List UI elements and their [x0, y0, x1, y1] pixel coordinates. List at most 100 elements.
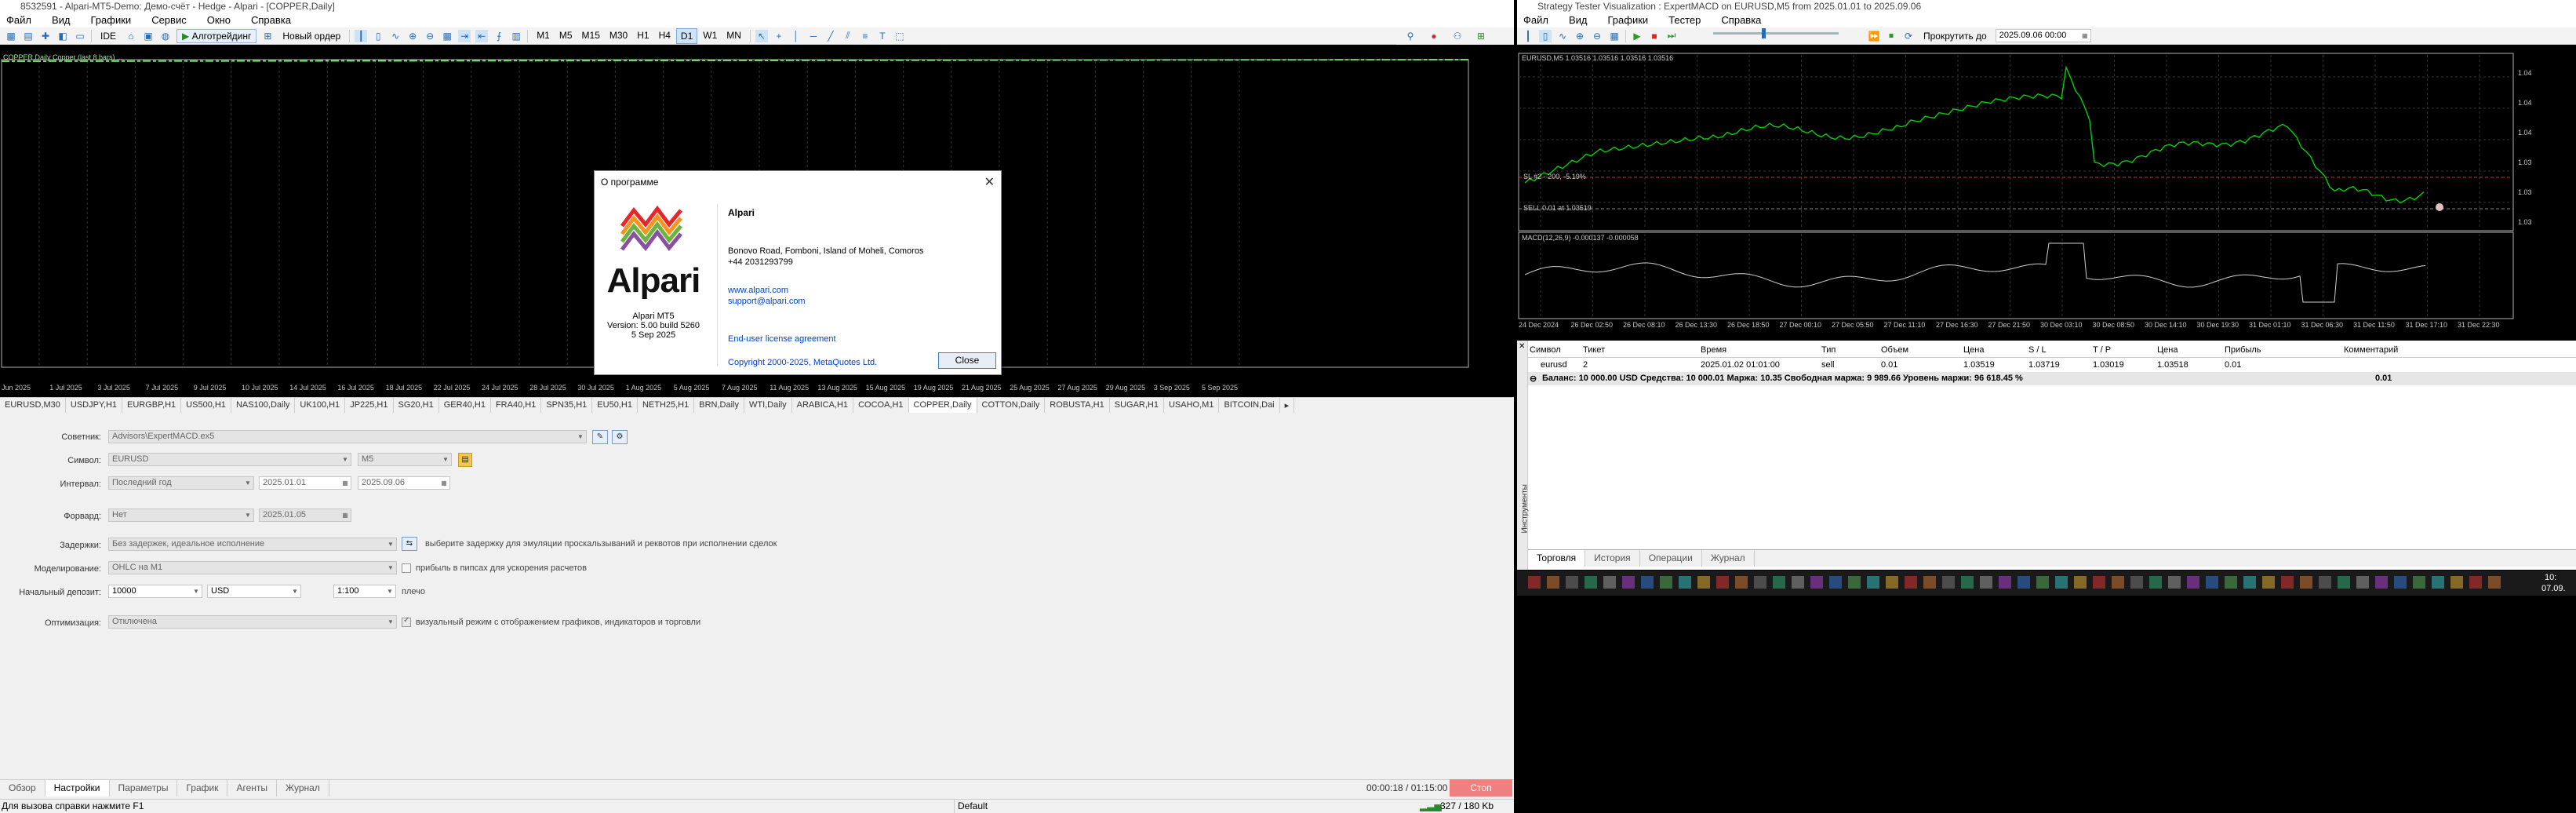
taskbar-icon[interactable] — [1754, 576, 1766, 589]
taskbar-icon[interactable] — [2281, 576, 2294, 589]
visual-mode-checkbox[interactable]: ✓ — [402, 616, 411, 627]
tester-tab[interactable]: Журнал — [277, 780, 329, 797]
taskbar-icon[interactable] — [1848, 576, 1861, 589]
taskbar-icon[interactable] — [2432, 576, 2444, 589]
taskbar-icon[interactable] — [2036, 576, 2049, 589]
symbol-tab[interactable]: FRA40,H1 — [491, 398, 542, 413]
shapes-icon[interactable]: ⬚ — [893, 30, 906, 42]
delays-select[interactable]: Без задержек, идеальное исполнение ▼ — [108, 538, 397, 551]
menu-item[interactable]: Справка — [251, 13, 291, 27]
taskbar-icon[interactable] — [1810, 576, 1823, 589]
symbol-tab[interactable]: EURUSD,M30 — [0, 398, 66, 413]
table-header-cell[interactable]: T / P — [2093, 345, 2111, 355]
taskbar-icon[interactable] — [1547, 576, 1559, 589]
table-header-cell[interactable]: Прибыль — [2225, 345, 2261, 355]
table-header-cell[interactable]: Комментарий — [2344, 345, 2398, 355]
timeframe-h1[interactable]: H1 — [633, 28, 653, 44]
chart-shift-icon[interactable]: ⇤ — [475, 29, 489, 42]
delays-settings-button[interactable]: ⇆ — [402, 537, 417, 551]
taskbar-icon[interactable] — [1923, 576, 1936, 589]
taskbar-icon[interactable] — [1528, 576, 1541, 589]
expert-edit-button[interactable]: ✎ — [592, 430, 608, 444]
step-icon[interactable]: ⏭ — [1665, 30, 1678, 42]
taskbar-icon[interactable] — [2300, 576, 2312, 589]
taskbar-icon[interactable] — [2356, 576, 2369, 589]
taskbar-icon[interactable] — [1886, 576, 1898, 589]
symbol-tab[interactable]: UK100,H1 — [295, 398, 346, 413]
play-icon[interactable]: ▶ — [1631, 30, 1643, 42]
table-header-cell[interactable]: Время — [1701, 345, 1726, 355]
taskbar-icon[interactable] — [2206, 576, 2218, 589]
taskbar-icon[interactable] — [2338, 576, 2350, 589]
taskbar-icon[interactable] — [2187, 576, 2199, 589]
date-to-field[interactable]: 2025.09.06 ▦ — [358, 476, 450, 490]
taskbar-icon[interactable] — [2469, 576, 2482, 589]
menu-item[interactable]: Файл — [6, 13, 31, 27]
model-select[interactable]: OHLC на M1 ▼ — [108, 561, 397, 574]
currency-select[interactable]: USD ▼ — [207, 585, 301, 598]
taskbar-icon[interactable] — [2168, 576, 2181, 589]
notifications-icon[interactable]: ● — [1428, 30, 1440, 42]
fast-forward-icon[interactable]: ⏩ — [1868, 30, 1880, 42]
symbol-tab[interactable]: US500,H1 — [181, 398, 231, 413]
eula-link[interactable]: End-user license agreement — [728, 334, 836, 344]
channel-icon[interactable]: ⫽ — [842, 30, 854, 42]
navigator-icon[interactable]: ◧ — [56, 30, 69, 42]
bar-chart-icon[interactable]: ┃ — [355, 29, 368, 42]
new-order-button[interactable]: Новый ордер — [278, 29, 344, 43]
taskbar-icon[interactable] — [1585, 576, 1597, 589]
zoom-in-icon[interactable]: ⊕ — [406, 30, 419, 42]
taskbar-icon[interactable] — [2225, 576, 2237, 589]
taskbar-icon[interactable] — [1792, 576, 1804, 589]
timeframe-m15[interactable]: M15 — [578, 28, 604, 44]
symbol-tab[interactable]: ROBUSTA,H1 — [1045, 398, 1110, 413]
leverage-select[interactable]: 1:100 ▼ — [333, 585, 396, 598]
bar-chart-icon[interactable]: ┃ — [1522, 30, 1534, 42]
terminal-icon[interactable]: ▭ — [74, 30, 86, 42]
taskbar-icon[interactable] — [1641, 576, 1654, 589]
timeframe-h4[interactable]: H4 — [655, 28, 675, 44]
zoom-out-icon[interactable]: ⊖ — [424, 30, 436, 42]
taskbar-icon[interactable] — [1603, 576, 1616, 589]
table-header-cell[interactable]: Тикет — [1583, 345, 1605, 355]
expert-settings-button[interactable]: ⚙ — [612, 430, 628, 444]
table-header-cell[interactable]: Цена — [2157, 345, 2178, 355]
taskbar-icon[interactable] — [1773, 576, 1785, 589]
toolbox-tab[interactable]: Торговля — [1528, 550, 1586, 567]
menu-item[interactable]: Окно — [207, 13, 231, 27]
taskbar-icon[interactable] — [1622, 576, 1635, 589]
templates-icon[interactable]: ▥ — [510, 30, 522, 42]
toolbox-tab[interactable]: Журнал — [1702, 550, 1755, 567]
algo-trading-button[interactable]: ▶ Алготрейдинг — [176, 28, 257, 43]
grid-icon[interactable]: ▦ — [441, 30, 453, 42]
table-header-cell[interactable]: S / L — [2028, 345, 2047, 355]
crosshair-icon[interactable]: + — [773, 30, 785, 42]
symbol-tab[interactable]: USDJPY,H1 — [66, 398, 123, 413]
toolbox-tab[interactable]: Операции — [1640, 550, 1702, 567]
symbol-properties-button[interactable]: ▤ — [458, 453, 472, 467]
taskbar-icon[interactable] — [2243, 576, 2256, 589]
horizontal-line-icon[interactable]: ─ — [807, 30, 820, 42]
toolbox-side-tab[interactable]: Инструменты — [1521, 471, 1530, 533]
symbol-tab[interactable]: BRN,Daily — [694, 398, 744, 413]
taskbar-icon[interactable] — [2074, 576, 2087, 589]
taskbar-icon[interactable] — [1679, 576, 1691, 589]
taskbar-icon[interactable] — [1697, 576, 1710, 589]
taskbar-icon[interactable] — [2018, 576, 2030, 589]
pips-checkbox[interactable] — [402, 563, 411, 573]
symbol-tab[interactable]: NAS100,Daily — [231, 398, 296, 413]
table-header-cell[interactable]: Цена — [1963, 345, 1984, 355]
taskbar-icon[interactable] — [1566, 576, 1578, 589]
fibonacci-icon[interactable]: ≡ — [859, 30, 871, 42]
taskbar-icon[interactable] — [2262, 576, 2275, 589]
forward-select[interactable]: Нет ▼ — [108, 509, 254, 522]
menu-item[interactable]: Графики — [1608, 13, 1649, 27]
timeframe-m1[interactable]: M1 — [533, 28, 554, 44]
zoom-out-icon[interactable]: ⊖ — [1591, 30, 1603, 42]
dialog-close-button[interactable]: Close — [938, 352, 996, 369]
home-icon[interactable]: ⌂ — [125, 30, 137, 42]
close-icon[interactable]: ✕ — [984, 174, 995, 190]
close-icon[interactable]: ✕ — [1519, 342, 1525, 351]
line-chart-icon[interactable]: ∿ — [1556, 30, 1569, 42]
taskbar-icon[interactable] — [1735, 576, 1748, 589]
